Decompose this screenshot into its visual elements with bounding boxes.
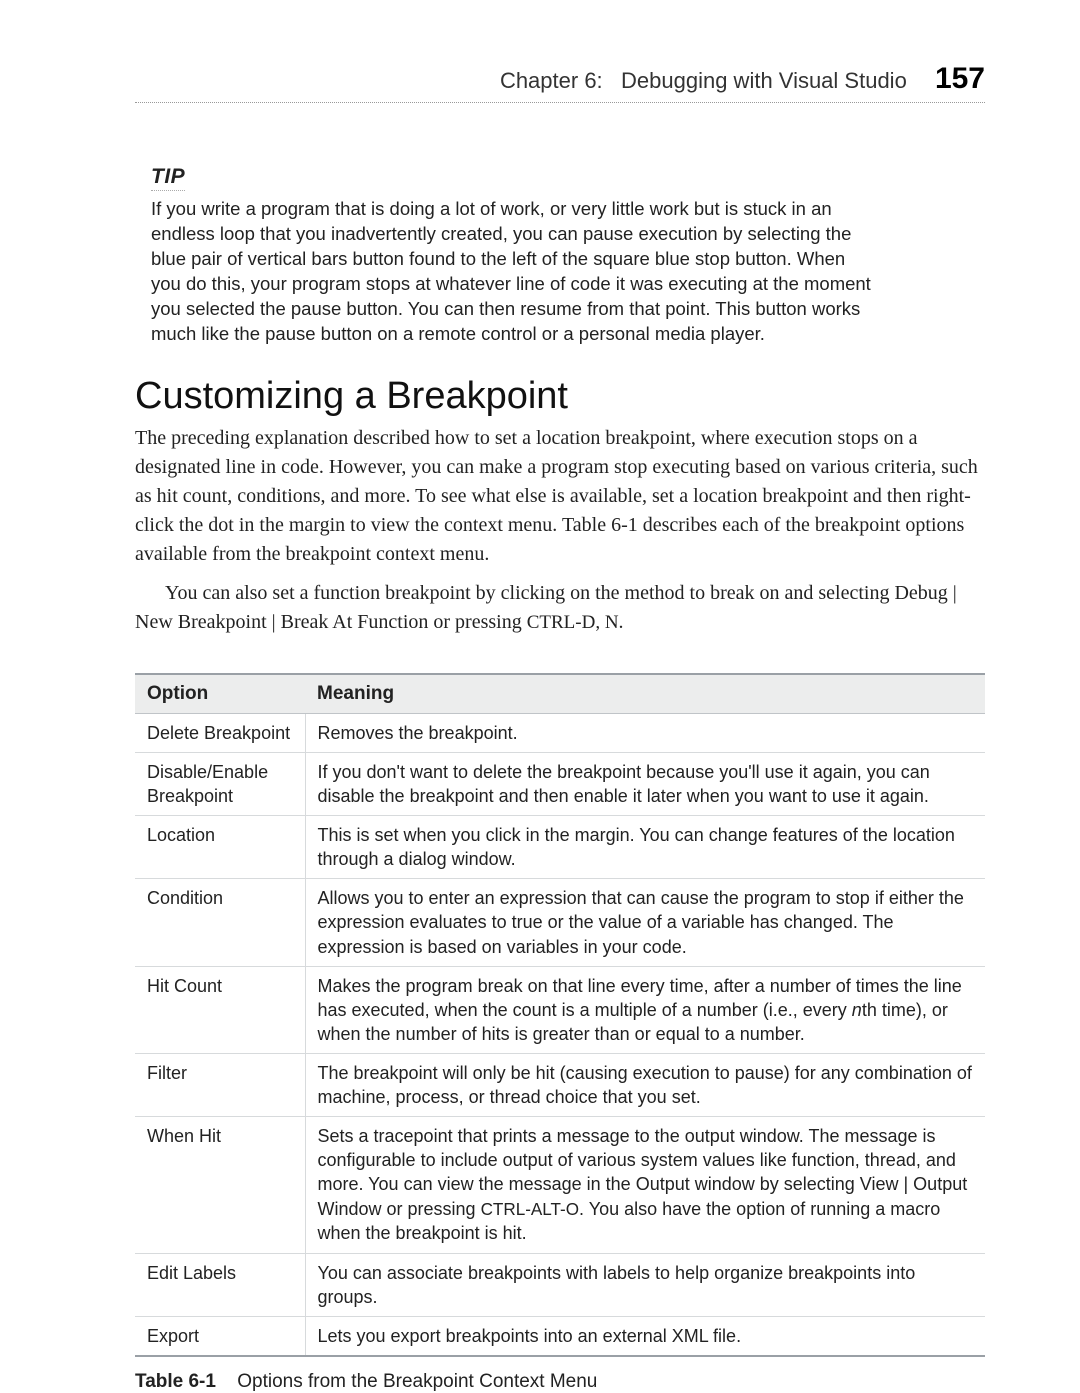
table-row: ConditionAllows you to enter an expressi… xyxy=(135,879,985,966)
option-cell: Filter xyxy=(135,1054,305,1117)
table-caption-text: Options from the Breakpoint Context Menu xyxy=(237,1371,597,1392)
option-cell: Export xyxy=(135,1316,305,1356)
table-row: Hit CountMakes the program break on that… xyxy=(135,966,985,1053)
meaning-cell: The breakpoint will only be hit (causing… xyxy=(305,1054,985,1117)
table-header-row: Option Meaning xyxy=(135,674,985,714)
tip-body: If you write a program that is doing a l… xyxy=(151,197,871,347)
meaning-cell: This is set when you click in the margin… xyxy=(305,816,985,879)
table-row: Edit LabelsYou can associate breakpoints… xyxy=(135,1253,985,1316)
option-cell: Condition xyxy=(135,879,305,966)
option-cell: Hit Count xyxy=(135,966,305,1053)
body-paragraph-2: You can also set a function breakpoint b… xyxy=(135,579,985,637)
page-number: 157 xyxy=(935,62,985,95)
option-cell: When Hit xyxy=(135,1117,305,1253)
table-row: FilterThe breakpoint will only be hit (c… xyxy=(135,1054,985,1117)
table-header-option: Option xyxy=(135,674,305,714)
meaning-cell: If you don't want to delete the breakpoi… xyxy=(305,752,985,815)
option-cell: Location xyxy=(135,816,305,879)
chapter-title: Debugging with Visual Studio xyxy=(621,68,907,93)
meaning-cell: Allows you to enter an expression that c… xyxy=(305,879,985,966)
para2-post: . xyxy=(619,611,624,633)
chapter-label: Chapter 6: xyxy=(500,68,603,93)
section-heading: Customizing a Breakpoint xyxy=(135,375,985,418)
running-header: Chapter 6: Debugging with Visual Studio … xyxy=(135,62,985,103)
body-paragraph-1: The preceding explanation described how … xyxy=(135,424,985,569)
table-row: Delete BreakpointRemoves the breakpoint. xyxy=(135,713,985,752)
option-cell: Edit Labels xyxy=(135,1253,305,1316)
option-cell: Disable/Enable Breakpoint xyxy=(135,752,305,815)
table-caption-label: Table 6-1 xyxy=(135,1371,216,1392)
option-cell: Delete Breakpoint xyxy=(135,713,305,752)
meaning-cell: Sets a tracepoint that prints a message … xyxy=(305,1117,985,1253)
table-caption: Table 6-1 Options from the Breakpoint Co… xyxy=(135,1371,985,1393)
table-row: When HitSets a tracepoint that prints a … xyxy=(135,1117,985,1253)
meaning-cell: Removes the breakpoint. xyxy=(305,713,985,752)
tip-block: TIP If you write a program that is doing… xyxy=(151,165,985,347)
keyboard-shortcut: CTRL-D, N xyxy=(527,612,619,633)
table-row: Disable/Enable BreakpointIf you don't wa… xyxy=(135,752,985,815)
meaning-cell: You can associate breakpoints with label… xyxy=(305,1253,985,1316)
meaning-cell: Makes the program break on that line eve… xyxy=(305,966,985,1053)
table-row: ExportLets you export breakpoints into a… xyxy=(135,1316,985,1356)
table-header-meaning: Meaning xyxy=(305,674,985,714)
tip-heading: TIP xyxy=(151,165,185,191)
table-row: LocationThis is set when you click in th… xyxy=(135,816,985,879)
meaning-cell: Lets you export breakpoints into an exte… xyxy=(305,1316,985,1356)
breakpoint-options-table: Option Meaning Delete BreakpointRemoves … xyxy=(135,673,985,1357)
